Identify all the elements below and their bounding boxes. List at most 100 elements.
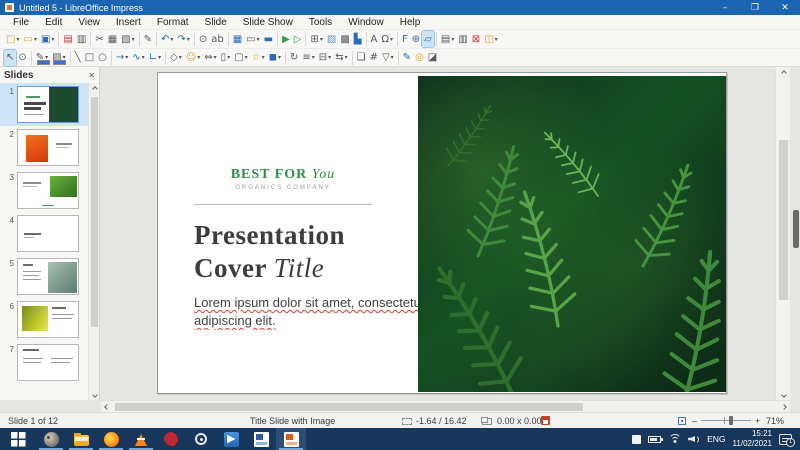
scroll-up-icon[interactable] [89, 83, 100, 94]
dropdown-arrow-icon[interactable]: ▾ [197, 54, 200, 61]
slide-body-text[interactable]: Lorem ipsum dolor sit amet, consectetuer… [194, 294, 418, 330]
redo-icon[interactable]: ↷▾ [175, 31, 191, 47]
dropdown-arrow-icon[interactable]: ▾ [495, 36, 498, 43]
fill-color-icon[interactable]: ▨▾ [50, 50, 67, 66]
dropdown-arrow-icon[interactable]: ▾ [16, 36, 19, 43]
insert-table-icon[interactable]: ⊞▾ [308, 31, 324, 47]
hidden-icons-icon[interactable] [632, 435, 641, 444]
taskbar-gimp-icon[interactable] [36, 428, 66, 450]
dropdown-arrow-icon[interactable]: ▾ [245, 54, 248, 61]
scroll-down-icon[interactable] [89, 389, 100, 400]
taskbar-file-explorer-icon[interactable] [66, 428, 96, 450]
slide-thumbnail-5[interactable]: 5 [0, 255, 88, 298]
clone-formatting-icon[interactable]: ✎ [142, 31, 154, 47]
zoom-level[interactable]: 71% [766, 416, 784, 426]
dropdown-arrow-icon[interactable]: ▾ [34, 36, 37, 43]
insert-media-icon[interactable]: ▩ [338, 31, 351, 47]
dropdown-arrow-icon[interactable]: ▾ [158, 54, 161, 61]
insert-line-icon[interactable]: ╲ [73, 50, 83, 66]
spelling-icon[interactable]: ab [209, 31, 225, 47]
find-replace-icon[interactable]: ⊙ [197, 31, 209, 47]
close-button[interactable]: ✕ [770, 0, 800, 15]
open-icon[interactable]: ▭▾ [21, 31, 38, 47]
maximize-button[interactable]: ❐ [740, 0, 770, 15]
display-views-icon[interactable]: ▭▾ [244, 31, 261, 47]
show-draw-functions-icon[interactable]: ▱ [422, 31, 434, 47]
rectangle-icon[interactable]: □ [83, 50, 96, 66]
slide-thumbnail-image[interactable] [17, 172, 79, 209]
menu-insert[interactable]: Insert [109, 16, 148, 29]
special-character-icon[interactable]: Ω▾ [379, 31, 395, 47]
taskbar-red-app-icon[interactable] [156, 428, 186, 450]
scroll-up-icon[interactable] [776, 67, 791, 78]
zoom-in-button[interactable]: + [755, 416, 760, 426]
taskbar-blue-app-icon[interactable] [216, 428, 246, 450]
3d-objects-icon[interactable]: ◼▾ [267, 50, 283, 66]
arrange-icon[interactable]: ⊟▾ [317, 50, 333, 66]
rotate-icon[interactable]: ↻ [288, 50, 300, 66]
star-shapes-icon[interactable]: ☆▾ [250, 50, 267, 66]
start-from-first-slide-icon[interactable]: ▶ [280, 31, 292, 47]
fontwork-icon[interactable]: F [400, 31, 410, 47]
menu-slide[interactable]: Slide [198, 16, 234, 29]
zoom-out-button[interactable]: – [692, 416, 697, 426]
glue-points-icon[interactable]: ◎ [413, 50, 426, 66]
dropdown-arrow-icon[interactable]: ▾ [390, 36, 393, 43]
dropdown-arrow-icon[interactable]: ▾ [132, 36, 135, 43]
slide-properties-icon[interactable]: ◫▾ [482, 31, 499, 47]
edit-points-icon[interactable]: ✎ [401, 50, 413, 66]
taskbar-firefox-icon[interactable] [96, 428, 126, 450]
menu-view[interactable]: View [71, 16, 107, 29]
slide-thumbnail-image[interactable] [17, 86, 79, 123]
clock[interactable]: 15:21 11/02/2021 [733, 429, 772, 449]
taskbar-settings-icon[interactable] [186, 428, 216, 450]
wifi-icon[interactable] [668, 434, 681, 444]
align-objects-icon[interactable]: ≡▾ [300, 50, 316, 66]
slides-panel-scrollbar[interactable] [88, 83, 99, 400]
cut-icon[interactable]: ✂ [93, 31, 105, 47]
dropdown-arrow-icon[interactable]: ▾ [257, 36, 260, 43]
duplicate-slide-icon[interactable]: ▥ [456, 31, 469, 47]
minimize-button[interactable]: – [710, 0, 740, 15]
display-grid-icon[interactable]: ▦ [231, 31, 244, 47]
slide-title[interactable]: Presentation Cover Title [194, 219, 345, 285]
menu-window[interactable]: Window [341, 16, 391, 29]
dropdown-arrow-icon[interactable]: ▾ [45, 54, 48, 61]
battery-icon[interactable] [648, 436, 661, 443]
fit-slide-icon[interactable] [678, 417, 686, 425]
curves-polygons-icon[interactable]: ∿▾ [130, 50, 146, 66]
flowchart-shapes-icon[interactable]: ▯▾ [219, 50, 233, 66]
unsaved-changes-icon[interactable] [541, 416, 550, 425]
dropdown-arrow-icon[interactable]: ▾ [320, 36, 323, 43]
slide-thumbnail-2[interactable]: 2 [0, 126, 88, 169]
scrollbar-thumb[interactable] [91, 97, 98, 327]
notifications-icon[interactable]: 1 [779, 434, 792, 445]
undo-icon[interactable]: ↶▾ [159, 31, 175, 47]
new-icon[interactable]: □▾ [4, 31, 21, 47]
ellipse-icon[interactable]: ○ [96, 50, 109, 66]
slide-thumbnail-image[interactable] [17, 129, 79, 166]
slide-thumbnail-1[interactable]: 1 [0, 83, 88, 126]
fern-image[interactable] [418, 76, 726, 392]
symbol-shapes-icon[interactable]: ☺▾ [184, 50, 202, 66]
slide-thumbnail-image[interactable] [17, 258, 79, 295]
select-icon[interactable]: ↖ [4, 50, 16, 66]
basic-shapes-icon[interactable]: ◇▾ [168, 50, 184, 66]
dropdown-arrow-icon[interactable]: ▾ [214, 54, 217, 61]
print-icon[interactable]: ▥ [75, 31, 88, 47]
scrollbar-thumb[interactable] [115, 403, 583, 411]
slides-panel-close-icon[interactable]: ✕ [88, 71, 95, 80]
dropdown-arrow-icon[interactable]: ▾ [125, 54, 128, 61]
dropdown-arrow-icon[interactable]: ▾ [187, 36, 190, 43]
callout-shapes-icon[interactable]: ▢▾ [232, 50, 249, 66]
slide-thumbnail-4[interactable]: 4 [0, 212, 88, 255]
vertical-scrollbar[interactable] [775, 67, 790, 400]
dropdown-arrow-icon[interactable]: ▾ [170, 36, 173, 43]
paste-icon[interactable]: ▧▾ [119, 31, 136, 47]
slide-thumbnail-image[interactable] [17, 215, 79, 252]
crop-image-icon[interactable]: # [368, 50, 380, 66]
taskbar-writer-icon[interactable] [246, 428, 276, 450]
dropdown-arrow-icon[interactable]: ▾ [451, 36, 454, 43]
scroll-down-icon[interactable] [776, 389, 791, 400]
master-slide-icon[interactable]: ▬ [262, 31, 275, 47]
